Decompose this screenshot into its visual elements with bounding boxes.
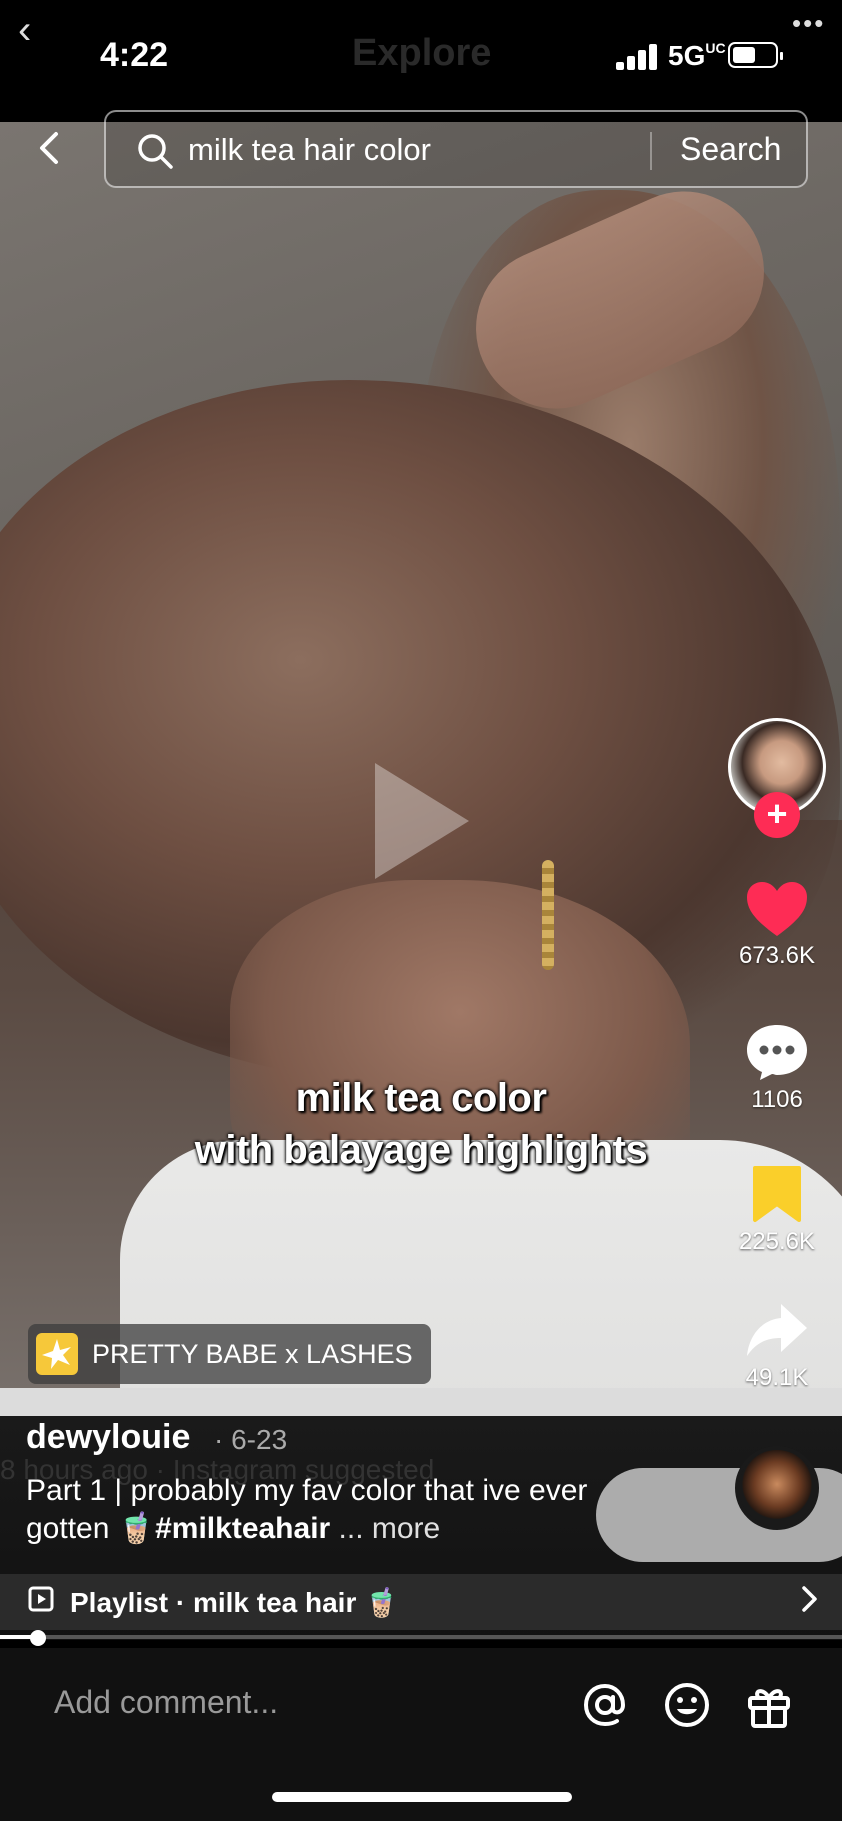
battery-icon — [728, 42, 783, 68]
effect-sparkle-icon — [36, 1333, 78, 1375]
like-button[interactable]: 673.6K — [717, 880, 837, 970]
progress-track — [0, 1635, 842, 1639]
bookmark-icon — [753, 1166, 801, 1222]
share-button[interactable]: 49.1K — [717, 1302, 837, 1392]
video-caption-line-2: with balayage highlights — [194, 1128, 648, 1172]
playlist-bar[interactable]: Playlist · milk tea hair 🧋 — [0, 1574, 842, 1630]
mention-icon[interactable] — [580, 1680, 630, 1730]
more-dots-icon: ••• — [792, 8, 826, 38]
video-bottom-strip — [0, 1388, 842, 1416]
ghost-page-title: Explore — [352, 32, 492, 74]
video-caption-line-1: milk tea color — [295, 1076, 547, 1120]
video-description[interactable]: Part 1 | probably my fav color that ive … — [26, 1472, 606, 1548]
follow-button[interactable]: + — [754, 792, 800, 838]
live-avatar[interactable] — [735, 1446, 819, 1530]
search-icon — [138, 134, 173, 169]
comment-bubble-icon — [747, 1025, 807, 1080]
playlist-label: Playlist · milk tea hair 🧋 — [70, 1587, 399, 1618]
save-count: 225.6K — [738, 1228, 816, 1255]
emoji-icon[interactable] — [662, 1680, 712, 1730]
search-button[interactable]: Search — [680, 131, 781, 168]
progress-knob[interactable] — [29, 1630, 46, 1646]
comment-button[interactable]: 1106 — [717, 1022, 837, 1114]
status-time: 4:22 — [100, 36, 169, 74]
chevron-right-icon — [802, 1586, 817, 1612]
comment-count: 1106 — [751, 1086, 803, 1113]
share-arrow-icon — [747, 1304, 807, 1356]
effect-tag[interactable]: PRETTY BABE x LASHES — [28, 1324, 431, 1384]
comment-input[interactable]: Add comment... — [54, 1684, 278, 1721]
like-count: 673.6K — [738, 942, 816, 969]
back-arrow-ghost-icon: ‹ — [18, 8, 32, 52]
network-sub-label: UC — [705, 40, 726, 56]
comment-bar: Add comment... — [0, 1648, 842, 1821]
save-button[interactable]: 225.6K — [717, 1164, 837, 1256]
video-frame-detail — [542, 860, 554, 970]
network-label: 5G — [668, 40, 706, 71]
video-progress-bar[interactable] — [0, 1630, 842, 1646]
more-link[interactable]: ... more — [330, 1512, 441, 1545]
heart-icon — [747, 882, 807, 936]
chevron-left-icon — [40, 132, 58, 164]
network-type: 5GUC — [668, 40, 726, 72]
search-bar[interactable]: milk tea hair color Search — [104, 110, 808, 188]
divider — [650, 132, 652, 170]
playlist-icon — [28, 1586, 54, 1612]
gift-icon[interactable] — [744, 1680, 794, 1730]
search-input[interactable]: milk tea hair color — [188, 132, 431, 168]
status-bar: ‹ 4:22 Explore ••• 5GUC — [0, 0, 842, 122]
author-name[interactable]: dewylouie — [26, 1418, 190, 1457]
effect-label: PRETTY BABE x LASHES — [92, 1339, 413, 1369]
cellular-signal-icon — [616, 44, 660, 70]
hashtag-link[interactable]: #milkteahair — [155, 1512, 330, 1545]
post-date: · 6-23 — [214, 1424, 288, 1455]
home-indicator — [272, 1792, 572, 1802]
back-button[interactable] — [30, 128, 70, 168]
play-icon[interactable] — [375, 763, 469, 879]
